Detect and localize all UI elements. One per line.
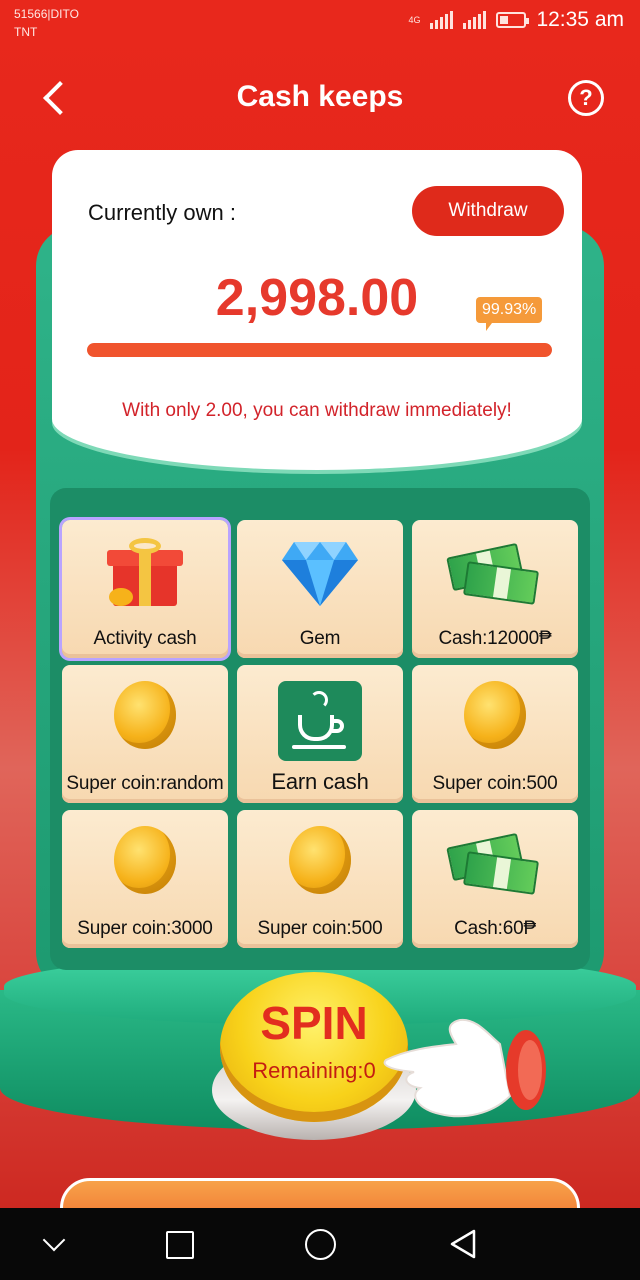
prize-cell-super-coin-random: Super coin:random <box>62 665 228 803</box>
back-triangle-icon[interactable] <box>448 1228 480 1260</box>
prize-label: Earn cash <box>271 769 369 794</box>
balance-label: Currently own : <box>88 200 236 225</box>
carrier-line-2: TNT <box>14 25 38 39</box>
gem-icon <box>282 542 358 606</box>
prize-label: Super coin:500 <box>257 918 383 939</box>
prize-cell-super-coin-3000: Super coin:3000 <box>62 810 228 948</box>
status-bar: 51566|DITO TNT 4G 12:35 am <box>0 0 640 48</box>
cash-icon <box>446 826 541 898</box>
prize-cell-cash-12000: Cash:12000₱ <box>412 520 578 658</box>
prize-cell-activity-cash: Activity cash <box>62 520 228 658</box>
battery-icon <box>496 12 530 28</box>
cash-icon <box>446 536 541 608</box>
prize-label: Cash:12000₱ <box>438 628 552 649</box>
page-title: Cash keeps <box>236 80 404 113</box>
progress-bar <box>87 343 552 357</box>
gift-icon <box>107 536 183 608</box>
clock-time: 12:35 am <box>536 8 624 31</box>
carrier-info: 51566|DITO TNT <box>14 5 79 41</box>
home-icon[interactable] <box>304 1228 336 1260</box>
prize-cell-cash-60: Cash:60₱ <box>412 810 578 948</box>
prize-cell-earn-cash[interactable]: Earn cash <box>237 665 403 803</box>
prize-label: Cash:60₱ <box>454 918 536 939</box>
balance-card: Currently own : Withdraw 2,998.00 99.93%… <box>52 150 582 470</box>
prize-grid: Activity cash Gem Cash:12000₱ Super coin… <box>62 520 578 948</box>
signal-icon <box>430 11 454 29</box>
chevron-down-icon[interactable] <box>38 1228 70 1260</box>
prize-cell-gem: Gem <box>237 520 403 658</box>
prize-label: Super coin:500 <box>432 773 558 794</box>
recent-apps-icon[interactable] <box>164 1228 196 1260</box>
coin-icon <box>289 826 351 894</box>
prize-cell-super-coin-500: Super coin:500 <box>412 665 578 803</box>
signal-icon-2 <box>463 11 487 29</box>
network-type-label: 4G <box>408 14 421 25</box>
page-header: Cash keeps ? <box>0 70 640 126</box>
pointing-hand-icon <box>383 1018 546 1118</box>
prize-cell-super-coin-500-b: Super coin:500 <box>237 810 403 948</box>
status-indicators: 4G 12:35 am <box>408 8 624 32</box>
withdraw-hint: With only 2.00, you can withdraw immedia… <box>122 400 512 421</box>
help-button[interactable]: ? <box>568 80 604 116</box>
prize-label: Super coin:random <box>66 773 224 794</box>
coffee-cup-icon <box>278 681 362 761</box>
prize-label: Super coin:3000 <box>77 918 213 939</box>
coin-icon <box>114 826 176 894</box>
prize-label: Activity cash <box>93 628 197 649</box>
carrier-line-1: 51566|DITO <box>14 7 79 21</box>
coin-icon <box>464 681 526 749</box>
coin-icon <box>114 681 176 749</box>
progress-percent-badge: 99.93% <box>476 297 543 331</box>
withdraw-button[interactable]: Withdraw <box>412 186 564 236</box>
progress-bar-fill <box>87 343 552 357</box>
prize-label: Gem <box>299 628 341 649</box>
system-nav-bar <box>0 1208 640 1280</box>
